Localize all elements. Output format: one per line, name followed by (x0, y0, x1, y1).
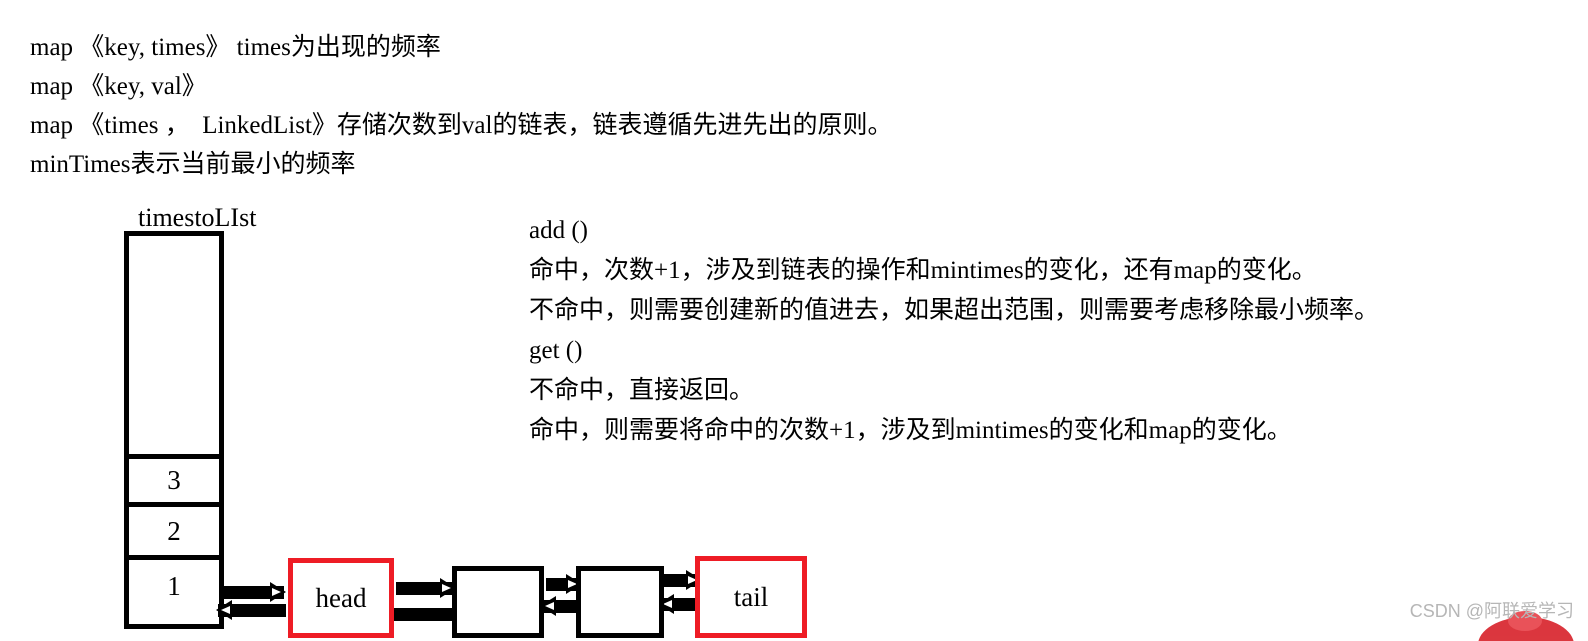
times-to-list-label: timestoLIst (138, 203, 257, 232)
linked-list-node-b[interactable] (576, 566, 664, 638)
linked-list-tail-node[interactable]: tail (695, 556, 807, 638)
arrow-head-to-bucket (216, 600, 286, 620)
add-method-line-1: 命中，次数+1，涉及到链表的操作和mintimes的变化，还有map的变化。 (529, 257, 1317, 284)
methods-block: add () 命中，次数+1，涉及到链表的操作和mintimes的变化，还有ma… (529, 211, 1569, 451)
add-method-title: add () (529, 217, 588, 244)
get-method-line-2: 命中，则需要将命中的次数+1，涉及到mintimes的变化和map的变化。 (529, 417, 1292, 444)
csdn-watermark: CSDN @阿联爱学习 (1409, 601, 1574, 621)
bucket-cell-1: 1 (124, 555, 224, 629)
head-node-label: head (315, 582, 367, 613)
arrow-head-to-node-a (396, 578, 456, 598)
bucket-cell-3: 3 (124, 454, 224, 507)
note-line-1: map 《key, times》 times为出现的频率 (30, 34, 441, 61)
arrow-node-a-to-node-b (546, 574, 582, 594)
arrow-bucket-to-head (222, 582, 286, 602)
linked-list-head-node[interactable]: head (288, 558, 394, 638)
linked-list-node-a[interactable] (452, 566, 544, 638)
arrow-node-b-to-node-a (540, 596, 580, 616)
bucket-cell-empty (124, 231, 224, 459)
note-line-3: map 《times ， LinkedList》存储次数到val的链表，链表遵循… (30, 112, 893, 139)
times-bucket-table: 3 2 1 (124, 231, 224, 629)
bucket-cell-2: 2 (124, 502, 224, 560)
get-method-title: get () (529, 337, 583, 364)
tail-node-label: tail (733, 581, 769, 612)
arrow-tail-to-node-b (658, 594, 700, 614)
add-method-line-2: 不命中，则需要创建新的值进去，如果超出范围，则需要考虑移除最小频率。 (529, 297, 1380, 324)
note-line-2: map 《key, val》 (30, 73, 207, 100)
notes-block: map 《key, times》 times为出现的频率 map 《key, v… (30, 28, 1530, 184)
get-method-line-1: 不命中，直接返回。 (529, 377, 755, 404)
whiteboard-canvas: map 《key, times》 times为出现的频率 map 《key, v… (0, 0, 1588, 641)
note-line-4: minTimes表示当前最小的频率 (30, 151, 356, 178)
